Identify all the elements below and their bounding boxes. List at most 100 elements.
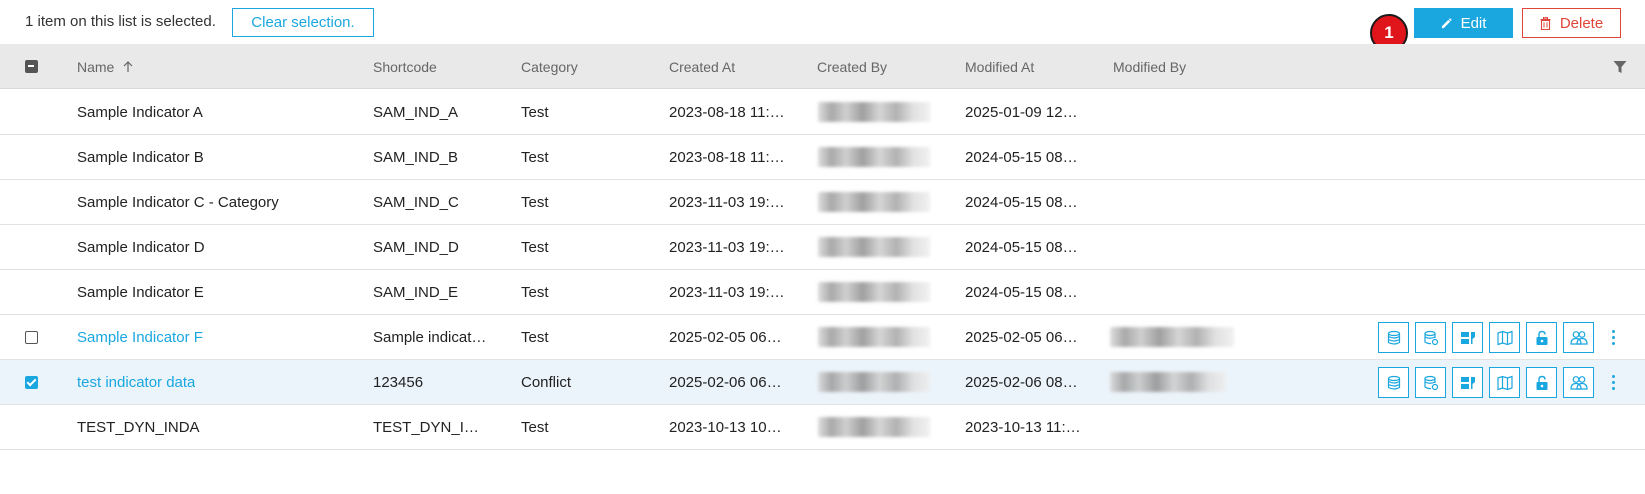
map-icon	[1496, 375, 1513, 390]
redacted-created-by	[818, 327, 930, 347]
cell-category: Test	[521, 104, 549, 121]
redacted-created-by	[818, 372, 930, 392]
column-header-modified-at[interactable]: Modified At	[965, 59, 1034, 75]
table-row[interactable]: TEST_DYN_INDA TEST_DYN_I… Test 2023-10-1…	[0, 405, 1645, 450]
cell-modified-at: 2023-10-13 11:…	[965, 419, 1081, 436]
redacted-created-by	[818, 237, 930, 257]
cell-category: Test	[521, 284, 549, 301]
clear-selection-button[interactable]: Clear selection.	[232, 8, 374, 37]
table-row-selected[interactable]: test indicator data 123456 Conflict 2025…	[0, 360, 1645, 405]
column-header-name[interactable]: Name	[77, 59, 114, 75]
selection-status: 1 item on this list is selected.	[25, 13, 216, 30]
delete-button[interactable]: Delete	[1522, 8, 1621, 38]
table-row[interactable]: Sample Indicator D SAM_IND_D Test 2023-1…	[0, 225, 1645, 270]
more-options-icon[interactable]	[1606, 323, 1620, 351]
cell-shortcode: Sample indicat…	[373, 329, 487, 346]
select-all-checkbox[interactable]	[25, 60, 38, 73]
redacted-created-by	[818, 282, 930, 302]
data-link-icon	[1460, 331, 1475, 344]
database-icon	[1387, 330, 1400, 345]
cell-modified-at: 2024-05-15 08…	[965, 284, 1078, 301]
filter-icon[interactable]	[1613, 60, 1627, 74]
edit-button[interactable]: Edit	[1414, 8, 1513, 38]
table-row[interactable]: Sample Indicator E SAM_IND_E Test 2023-1…	[0, 270, 1645, 315]
cell-shortcode: SAM_IND_D	[373, 239, 459, 256]
cell-created-at: 2023-08-18 11:…	[669, 149, 785, 166]
cell-modified-at: 2024-05-15 08…	[965, 239, 1078, 256]
table-header: Name Shortcode Category Created At Creat…	[0, 44, 1645, 89]
cell-category: Conflict	[521, 374, 572, 391]
unlock-icon	[1536, 330, 1547, 345]
more-options-icon[interactable]	[1606, 368, 1620, 396]
cell-shortcode: SAM_IND_A	[373, 104, 459, 121]
redacted-created-by	[818, 147, 930, 167]
users-action-button[interactable]	[1563, 322, 1594, 353]
table-row[interactable]: Sample Indicator B SAM_IND_B Test 2023-0…	[0, 135, 1645, 180]
cell-category: Test	[521, 149, 549, 166]
cell-created-at: 2023-11-03 19:…	[669, 284, 785, 301]
cell-modified-at: 2024-05-15 08…	[965, 149, 1078, 166]
row-checkbox-checked[interactable]	[25, 376, 38, 389]
users-action-button[interactable]	[1563, 367, 1594, 398]
cell-category: Test	[521, 194, 549, 211]
cell-created-at: 2023-11-03 19:…	[669, 194, 785, 211]
redacted-created-by	[818, 102, 930, 122]
users-icon	[1569, 330, 1588, 345]
column-header-created-by[interactable]: Created By	[817, 59, 887, 75]
column-header-category[interactable]: Category	[521, 59, 578, 75]
database-action-button[interactable]	[1378, 322, 1409, 353]
redacted-created-by	[818, 417, 930, 437]
cell-modified-at: 2025-01-09 12…	[965, 104, 1078, 121]
database-settings-action-button[interactable]	[1415, 322, 1446, 353]
selection-bar: 1 item on this list is selected. Clear s…	[0, 0, 1645, 52]
map-action-button[interactable]	[1489, 367, 1520, 398]
cell-name: Sample Indicator C - Category	[77, 194, 279, 211]
row-checkbox[interactable]	[25, 331, 38, 344]
cell-created-at: 2023-11-03 19:…	[669, 239, 785, 256]
cell-category: Test	[521, 419, 549, 436]
cell-shortcode: SAM_IND_B	[373, 149, 459, 166]
cell-category: Test	[521, 329, 549, 346]
map-icon	[1496, 330, 1513, 345]
table-row[interactable]: Sample Indicator F Sample indicat… Test …	[0, 315, 1645, 360]
cell-modified-at: 2025-02-05 06…	[965, 329, 1078, 346]
cell-name: TEST_DYN_INDA	[77, 419, 200, 436]
data-link-action-button[interactable]	[1452, 322, 1483, 353]
database-settings-action-button[interactable]	[1415, 367, 1446, 398]
unlock-action-button[interactable]	[1526, 367, 1557, 398]
redacted-modified-by	[1110, 327, 1234, 347]
cell-name-link[interactable]: test indicator data	[77, 374, 195, 391]
cell-name-link[interactable]: Sample Indicator F	[77, 329, 203, 346]
column-header-modified-by[interactable]: Modified By	[1113, 59, 1186, 75]
table-row[interactable]: Sample Indicator C - Category SAM_IND_C …	[0, 180, 1645, 225]
cell-created-at: 2023-10-13 10…	[669, 419, 782, 436]
column-header-shortcode[interactable]: Shortcode	[373, 59, 437, 75]
database-settings-icon	[1423, 375, 1438, 390]
edit-label: Edit	[1460, 14, 1487, 32]
database-icon	[1387, 375, 1400, 390]
delete-label: Delete	[1559, 14, 1604, 32]
redacted-modified-by	[1110, 372, 1226, 392]
cell-created-at: 2025-02-06 06…	[669, 374, 782, 391]
cell-shortcode: SAM_IND_C	[373, 194, 459, 211]
map-action-button[interactable]	[1489, 322, 1520, 353]
cell-name: Sample Indicator B	[77, 149, 204, 166]
users-icon	[1569, 375, 1588, 390]
redacted-created-by	[818, 192, 930, 212]
database-settings-icon	[1423, 330, 1438, 345]
table-row[interactable]: Sample Indicator A SAM_IND_A Test 2023-0…	[0, 90, 1645, 135]
data-link-icon	[1460, 376, 1475, 389]
data-link-action-button[interactable]	[1452, 367, 1483, 398]
cell-name: Sample Indicator A	[77, 104, 203, 121]
unlock-icon	[1536, 375, 1547, 390]
sort-ascending-icon[interactable]	[122, 60, 134, 73]
database-action-button[interactable]	[1378, 367, 1409, 398]
unlock-action-button[interactable]	[1526, 322, 1557, 353]
cell-modified-at: 2025-02-06 08…	[965, 374, 1078, 391]
cell-category: Test	[521, 239, 549, 256]
cell-shortcode: 123456	[373, 374, 424, 391]
cell-shortcode: SAM_IND_E	[373, 284, 459, 301]
cell-name: Sample Indicator E	[77, 284, 204, 301]
cell-created-at: 2023-08-18 11:…	[669, 104, 785, 121]
column-header-created-at[interactable]: Created At	[669, 59, 735, 75]
